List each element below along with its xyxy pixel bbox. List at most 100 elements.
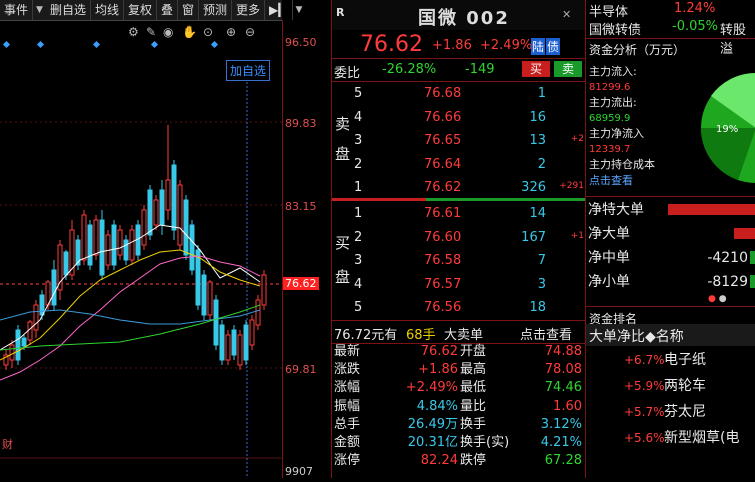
- eye-icon[interactable]: ◉: [163, 25, 173, 39]
- sell-button[interactable]: 卖: [554, 61, 582, 77]
- candle-body: [189, 224, 195, 271]
- toolbar-ma[interactable]: 均线: [91, 0, 124, 20]
- ranking-row[interactable]: +5.9% 两轮车: [586, 374, 755, 398]
- stat-value: 4.21%: [540, 435, 582, 450]
- candle-body: [87, 224, 93, 266]
- book-level-row[interactable]: 1 76.61 14: [332, 203, 586, 225]
- stat-key: 振幅: [334, 398, 361, 414]
- net-flow-label: 净特大单: [588, 202, 644, 218]
- level-price: 76.57: [424, 276, 462, 292]
- ranking-name: 电子纸: [664, 352, 706, 368]
- book-level-row[interactable]: 3 76.65 13 +2: [332, 130, 586, 152]
- level-index: 3: [354, 253, 363, 268]
- play-to-end-icon[interactable]: ▶▎: [265, 0, 293, 20]
- toolbar-forecast[interactable]: 预测: [199, 0, 233, 20]
- toolbar-events[interactable]: 事件: [0, 0, 34, 20]
- toolbar-restore-rights[interactable]: 复权: [124, 0, 157, 20]
- net-flow-list: 净特大单 净大单 净中单 -4210 净小单 -8129: [586, 198, 755, 294]
- price-tick: 96.50: [285, 36, 317, 49]
- book-level-row[interactable]: 5 76.68 1: [332, 83, 586, 105]
- stat-value: 74.46: [544, 380, 582, 396]
- close-icon[interactable]: ✕: [562, 8, 571, 21]
- level-price: 76.61: [424, 206, 462, 221]
- candle-body: [33, 304, 39, 331]
- book-level-row[interactable]: 2 76.64 2: [332, 154, 586, 176]
- ranking-name: 两轮车: [664, 378, 706, 394]
- net-flow-bar: [750, 275, 755, 288]
- stat-row: 振幅 4.84% 量比 1.60: [332, 398, 586, 416]
- candle-body: [255, 299, 261, 326]
- toolbar-more[interactable]: 更多: [232, 0, 266, 20]
- target-icon[interactable]: ⊙: [203, 25, 213, 39]
- plus-circle-icon[interactable]: ⊕: [226, 25, 236, 39]
- candle-body: [249, 319, 255, 346]
- last-trade-link[interactable]: 点击查看: [520, 324, 572, 343]
- pager-dots[interactable]: ● ●: [708, 294, 727, 304]
- ranking-row[interactable]: +6.7% 电子纸: [586, 348, 755, 372]
- sector-name[interactable]: 国微转债: [589, 19, 641, 38]
- ranking-pct: +5.7%: [624, 405, 665, 419]
- stat-value: 1.60: [553, 398, 582, 414]
- outflow-label: 主力流出:: [589, 96, 637, 109]
- buy-button[interactable]: 买: [522, 61, 550, 77]
- chart-bottom-label: 财: [2, 437, 13, 451]
- candle-body: [183, 199, 189, 256]
- hand-icon[interactable]: ✋: [182, 25, 197, 39]
- candle-body: [171, 164, 177, 231]
- ranking-header[interactable]: 大单净比◆名称: [586, 324, 755, 346]
- toolbar-remove-watch[interactable]: 删自选: [46, 0, 91, 20]
- candle-body: [201, 274, 207, 316]
- candle-body: [225, 334, 231, 361]
- level-price: 76.56: [424, 300, 462, 315]
- sector-name[interactable]: 半导体: [589, 1, 628, 20]
- stat-row: 总手 26.49万 换手 3.12%: [332, 416, 586, 434]
- net-flow-row: 净大单: [586, 222, 755, 246]
- level-volume: 2: [537, 156, 546, 172]
- chevron-down-icon[interactable]: ▼: [293, 5, 306, 15]
- candle-body: [129, 229, 135, 261]
- fund-details: 主力流入: 81299.6 主力流出: 68959.9 主力净流入 12339.…: [589, 64, 655, 188]
- net-label: 主力净流入: [589, 127, 644, 140]
- kline-svg: ⚙ ✎ ◉ ✋ ⊙ ⊕ ⊖ 财: [0, 25, 282, 478]
- stat-value: 82.24: [420, 453, 458, 469]
- stock-header: R 国微 002 ✕: [332, 0, 586, 30]
- ranking-row[interactable]: +5.6% 新型烟草(电: [586, 426, 755, 450]
- cost-link[interactable]: 点击查看: [589, 173, 655, 189]
- level-change: +291: [559, 181, 584, 191]
- level-index: 2: [354, 229, 363, 245]
- stat-value: 67.28: [544, 453, 582, 469]
- buy-strength-bar: [426, 198, 586, 201]
- stat-key: 最高: [460, 362, 487, 378]
- book-level-row[interactable]: 4 76.66 16: [332, 107, 586, 129]
- level-volume: 14: [529, 206, 546, 221]
- last-trade-type: 大卖单: [444, 328, 484, 343]
- book-level-row[interactable]: 3 76.58 7: [332, 250, 586, 272]
- price-line: 76.62 +1.86 +2.49% 陆 债: [332, 30, 586, 58]
- ranking-header-label[interactable]: 大单净比◆名称: [589, 326, 684, 346]
- toolbar-overlay[interactable]: 叠: [157, 0, 178, 20]
- book-level-row[interactable]: 2 76.60 167 +1: [332, 227, 586, 249]
- ranking-row[interactable]: +5.7% 芬太尼: [586, 400, 755, 424]
- level-index: 1: [354, 180, 363, 195]
- chevron-down-icon[interactable]: ▼: [33, 5, 46, 15]
- net-flow-label: 净大单: [588, 226, 630, 242]
- candle-body: [99, 219, 105, 276]
- kline-chart[interactable]: ⚙ ✎ ◉ ✋ ⊙ ⊕ ⊖ 财 加自选: [0, 20, 282, 478]
- stat-key: 涨幅: [334, 380, 361, 396]
- candle-body: [231, 329, 237, 356]
- event-markers: [2, 40, 219, 49]
- minus-circle-icon[interactable]: ⊖: [245, 25, 255, 39]
- price-tick: 83.15: [285, 200, 317, 213]
- level-index: 4: [354, 109, 363, 125]
- toolbar-window[interactable]: 窗: [178, 0, 200, 20]
- stat-row: 涨停 82.24 跌停 67.28: [332, 452, 586, 470]
- gear-icon[interactable]: ⚙: [128, 25, 139, 39]
- pen-icon[interactable]: ✎: [146, 25, 156, 39]
- add-watch-tag[interactable]: 加自选: [226, 60, 271, 81]
- candle-body: [213, 299, 219, 346]
- candle-body: [27, 321, 33, 341]
- book-level-row[interactable]: 5 76.56 18: [332, 297, 586, 319]
- candle-body: [207, 281, 213, 316]
- book-level-row[interactable]: 4 76.57 3: [332, 274, 586, 296]
- book-level-row[interactable]: 1 76.62 326 +291: [332, 177, 586, 199]
